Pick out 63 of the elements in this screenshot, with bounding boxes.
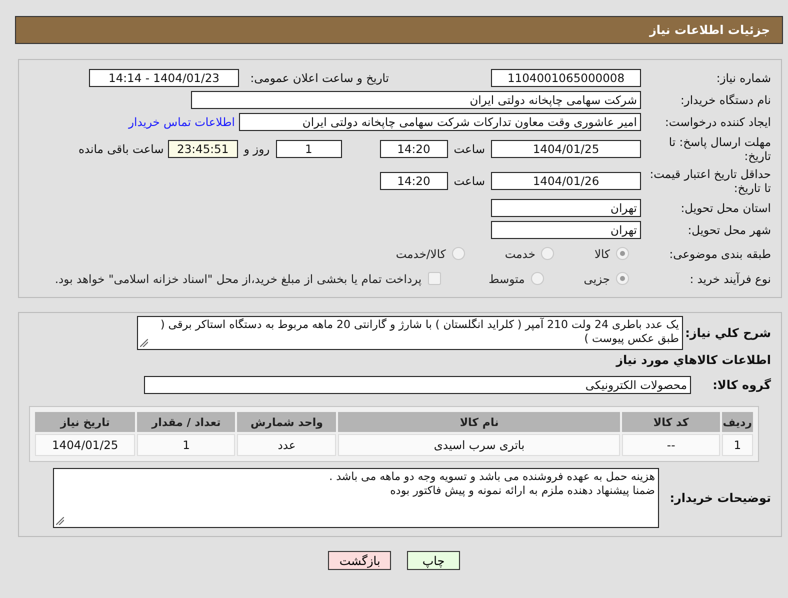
column-header: تاریخ نیاز [35, 412, 136, 432]
field-label: توضیحات خریدار: [668, 491, 771, 505]
column-header: ردیف [722, 412, 753, 432]
radio-label: متوسط [488, 272, 525, 286]
radio-label: جزیی [584, 272, 610, 286]
validity-date-field: 1404/01/26 [491, 172, 641, 190]
table-cell: 1 [137, 434, 236, 456]
remaining-time-field: 23:45:51 [168, 140, 238, 158]
resize-grip-icon [140, 339, 148, 347]
field-label: شماره نیاز: [715, 71, 771, 85]
contact-link[interactable]: اطلاعات تماس خریدار [128, 115, 235, 129]
field-label: نام دستگاه خریدار: [679, 93, 771, 107]
radio-button[interactable] [616, 247, 629, 260]
print-button[interactable]: چاپ [407, 551, 460, 570]
city-field: تهران [491, 221, 641, 239]
announce-date-field: 1404/01/23 - 14:14 [89, 69, 239, 87]
province-field: تهران [491, 199, 641, 217]
description-box: یک عدد باطری 24 ولت 210 آمپر ( کلراید انگلستان ) با شارژ و گارانتی 20 ماهه مربوط به دستگاه استاکر برقی ( طبق عکس پیوست ) [137, 316, 683, 350]
page-title: جزئیات اطلاعات نیاز [649, 23, 770, 37]
column-header: واحد شمارش [237, 412, 336, 432]
field-label: مهلت ارسال پاسخ: تا تاریخ: [668, 135, 771, 163]
field-label: استان محل تحویل: [680, 201, 771, 215]
column-header: تعداد / مقدار [137, 412, 236, 432]
deadline-date-field: 1404/01/25 [491, 140, 641, 158]
table-cell: عدد [237, 434, 336, 456]
validity-time-field: 14:20 [380, 172, 448, 190]
need-number-field: 1104001065000008 [491, 69, 641, 87]
table-cell: 1404/01/25 [35, 434, 136, 456]
buyer-notes-box: هزینه حمل به عهده فروشنده می باشد و تسویه وجه دو ماهه می باشد . ضمنا پیشنهاد دهنده ملزم به ارائه نمونه و پیش فاکتور بوده [53, 468, 659, 528]
days-field: 1 [276, 140, 342, 158]
radio-button[interactable] [530, 272, 544, 285]
section-heading: اطلاعات كالاهاي مورد نياز [614, 353, 771, 367]
group-field: محصولات الکترونیکی [144, 376, 691, 394]
field-label: ایجاد کننده درخواست: [664, 115, 771, 129]
back-button[interactable]: بازگشت [328, 551, 392, 570]
field-label: تاریخ و ساعت اعلان عمومی: [249, 71, 389, 85]
table-cell: 1 [722, 434, 753, 456]
table-cell: باتری سرب اسیدی [338, 434, 620, 456]
radio-button[interactable] [541, 247, 554, 260]
radio-button[interactable] [616, 272, 629, 285]
radio-label: کالا [594, 246, 610, 260]
column-header: کد کالا [622, 412, 720, 432]
time-label: ساعت [454, 142, 485, 156]
field-label: شهر محل تحویل: [686, 223, 771, 237]
remaining-label: ساعت باقی مانده [78, 142, 164, 156]
time-label: ساعت [454, 174, 485, 188]
field-label: گروه کالا: [712, 378, 771, 392]
field-label: نوع فرآیند خرید : [688, 272, 771, 286]
checkbox-label: پرداخت تمام یا بخشی از مبلغ خرید،از محل "اسناد خزانه اسلامی" خواهد بود. [54, 272, 422, 286]
radio-label: کالا/خدمت [396, 246, 446, 260]
days-label: روز و [244, 142, 270, 156]
checkbox[interactable] [428, 272, 441, 285]
radio-button[interactable] [452, 247, 465, 260]
table-cell: -- [622, 434, 720, 456]
field-label: حداقل تاریخ اعتبار قیمت: تا تاریخ: [648, 167, 771, 195]
field-label: طبقه بندی موضوعی: [668, 246, 771, 260]
deadline-time-field: 14:20 [380, 140, 448, 158]
column-header: نام کالا [338, 412, 620, 432]
requester-field: امیر عاشوری وقت معاون تدارکات شرکت سهامی چاپخانه دولتی ایران [239, 113, 641, 131]
resize-grip-icon [56, 517, 64, 525]
radio-label: خدمت [504, 246, 536, 260]
field-label: شرح کلي نياز: [684, 326, 771, 340]
buyer-org-field: شرکت سهامی چاپخانه دولتی ایران [191, 91, 641, 109]
